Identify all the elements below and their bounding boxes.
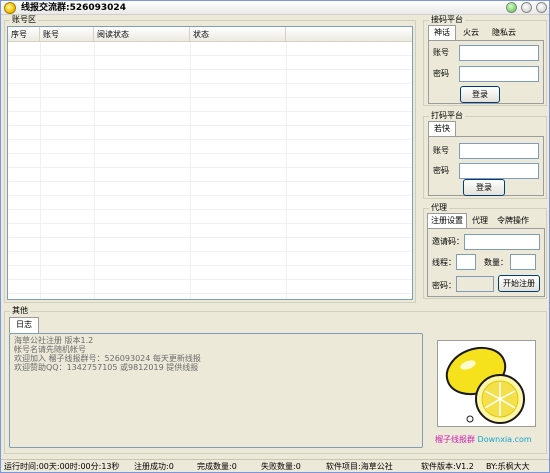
account-table-header: 序号 账号 阅读状态 状态 — [8, 27, 412, 42]
receive-platform-label: 接码平台 — [429, 15, 465, 25]
minimize-button[interactable] — [506, 2, 517, 13]
log-line: 欢迎加入 榴子线报群号：526093024 每天更新线报 — [14, 354, 201, 363]
status-bar: 运行时间:00天:00时:00分:13秒 注册成功:0 完成数量:0 失败数量:… — [1, 459, 549, 473]
tab-yinsiyun[interactable]: 隐私云 — [486, 25, 522, 40]
captcha-password-label: 密码 — [433, 166, 449, 175]
close-button[interactable] — [536, 2, 547, 13]
column-header-read-status[interactable]: 阅读状态 — [94, 27, 190, 42]
watermark-right: Downxia.com — [477, 435, 532, 444]
proxy-label: 代理 — [429, 203, 449, 213]
column-header-status[interactable]: 状态 — [190, 27, 286, 42]
receive-platform-tabs: 神话 火云 隐私云 — [428, 25, 523, 41]
receive-account-label: 账号 — [433, 48, 449, 57]
tab-ruokuai[interactable]: 若快 — [428, 121, 456, 137]
window-title: 线报交流群:526093024 — [21, 3, 126, 13]
tab-token-ops[interactable]: 令牌操作 — [493, 213, 533, 228]
tab-huoyun[interactable]: 火云 — [457, 25, 485, 40]
watermark-left: 榴子线报群 — [435, 435, 475, 444]
log-line: 欢迎赞助QQ：1342757105 或9812019 提供线报 — [14, 363, 199, 372]
maximize-button[interactable] — [521, 2, 532, 13]
receive-login-button[interactable]: 登录 — [460, 86, 500, 103]
other-label: 其他 — [10, 306, 30, 316]
column-header-account[interactable]: 账号 — [40, 27, 94, 42]
invite-code-label: 邀请码： — [432, 237, 464, 246]
proxy-tabs: 注册设置 代理 令牌操作 — [427, 213, 534, 229]
receive-platform-panel: 账号 密码 登录 — [428, 40, 544, 104]
log-line: 帐号名请先随机帐号 — [14, 345, 86, 354]
grid-divider — [190, 42, 191, 299]
lemon-image — [437, 340, 536, 427]
account-table-body — [8, 42, 412, 299]
receive-account-input[interactable] — [459, 45, 539, 61]
threads-input[interactable] — [456, 254, 476, 270]
grid-divider — [286, 42, 287, 299]
runtime-status: 运行时间:00天:00时:00分:13秒 — [4, 462, 120, 471]
threads-label: 线程： — [432, 258, 456, 267]
tab-log[interactable]: 日志 — [9, 317, 39, 333]
captcha-platform-tabs: 若快 — [428, 121, 457, 137]
column-header-index[interactable]: 序号 — [8, 27, 40, 42]
account-table[interactable]: 序号 账号 阅读状态 状态 — [7, 26, 413, 300]
start-register-button[interactable]: 开始注册 — [498, 275, 540, 292]
captcha-password-input[interactable] — [459, 163, 539, 179]
failed-status: 失败数量:0 — [261, 462, 301, 471]
quantity-input[interactable] — [510, 254, 536, 270]
title-bar[interactable]: 线报交流群:526093024 — [1, 1, 549, 15]
captcha-platform-panel: 账号 密码 登录 — [428, 136, 544, 196]
account-area-label: 账号区 — [10, 15, 38, 25]
registered-status: 注册成功:0 — [134, 462, 174, 471]
tab-register-settings[interactable]: 注册设置 — [427, 213, 467, 229]
version-status: 软件版本:V1.2 — [421, 462, 474, 471]
captcha-login-button[interactable]: 登录 — [463, 179, 505, 196]
main-window: 线报交流群:526093024 账号区 序号 账号 阅读状态 状态 接码平台 神… — [0, 0, 550, 473]
log-textarea[interactable]: 海草公社注册 版本1.2 帐号名请先随机帐号 欢迎加入 榴子线报群号：52609… — [9, 333, 423, 448]
completed-status: 完成数量:0 — [197, 462, 237, 471]
tab-proxy[interactable]: 代理 — [468, 213, 492, 228]
captcha-platform-label: 打码平台 — [429, 111, 465, 121]
captcha-account-input[interactable] — [459, 143, 539, 159]
quantity-label: 数量： — [484, 258, 508, 267]
other-tabs: 日志 — [9, 317, 40, 333]
author-status: BY:乐枫大大 — [486, 462, 530, 471]
proxy-panel: 邀请码： 线程： 数量： 密码： 开始注册 — [427, 228, 545, 297]
receive-password-input[interactable] — [459, 66, 539, 82]
grid-divider — [94, 42, 95, 299]
tab-shenhua[interactable]: 神话 — [428, 25, 456, 41]
lemon-icon — [438, 341, 535, 426]
receive-password-label: 密码 — [433, 69, 449, 78]
proxy-password-input[interactable] — [456, 276, 494, 292]
watermark: 榴子线报群 Downxia.com — [435, 435, 532, 445]
grid-divider — [40, 42, 41, 299]
captcha-account-label: 账号 — [433, 146, 449, 155]
invite-code-input[interactable] — [464, 234, 540, 250]
project-status: 软件项目:海草公社 — [326, 462, 393, 471]
app-lemon-icon — [4, 2, 16, 14]
log-line: 海草公社注册 版本1.2 — [14, 336, 94, 345]
proxy-password-label: 密码： — [432, 281, 456, 290]
